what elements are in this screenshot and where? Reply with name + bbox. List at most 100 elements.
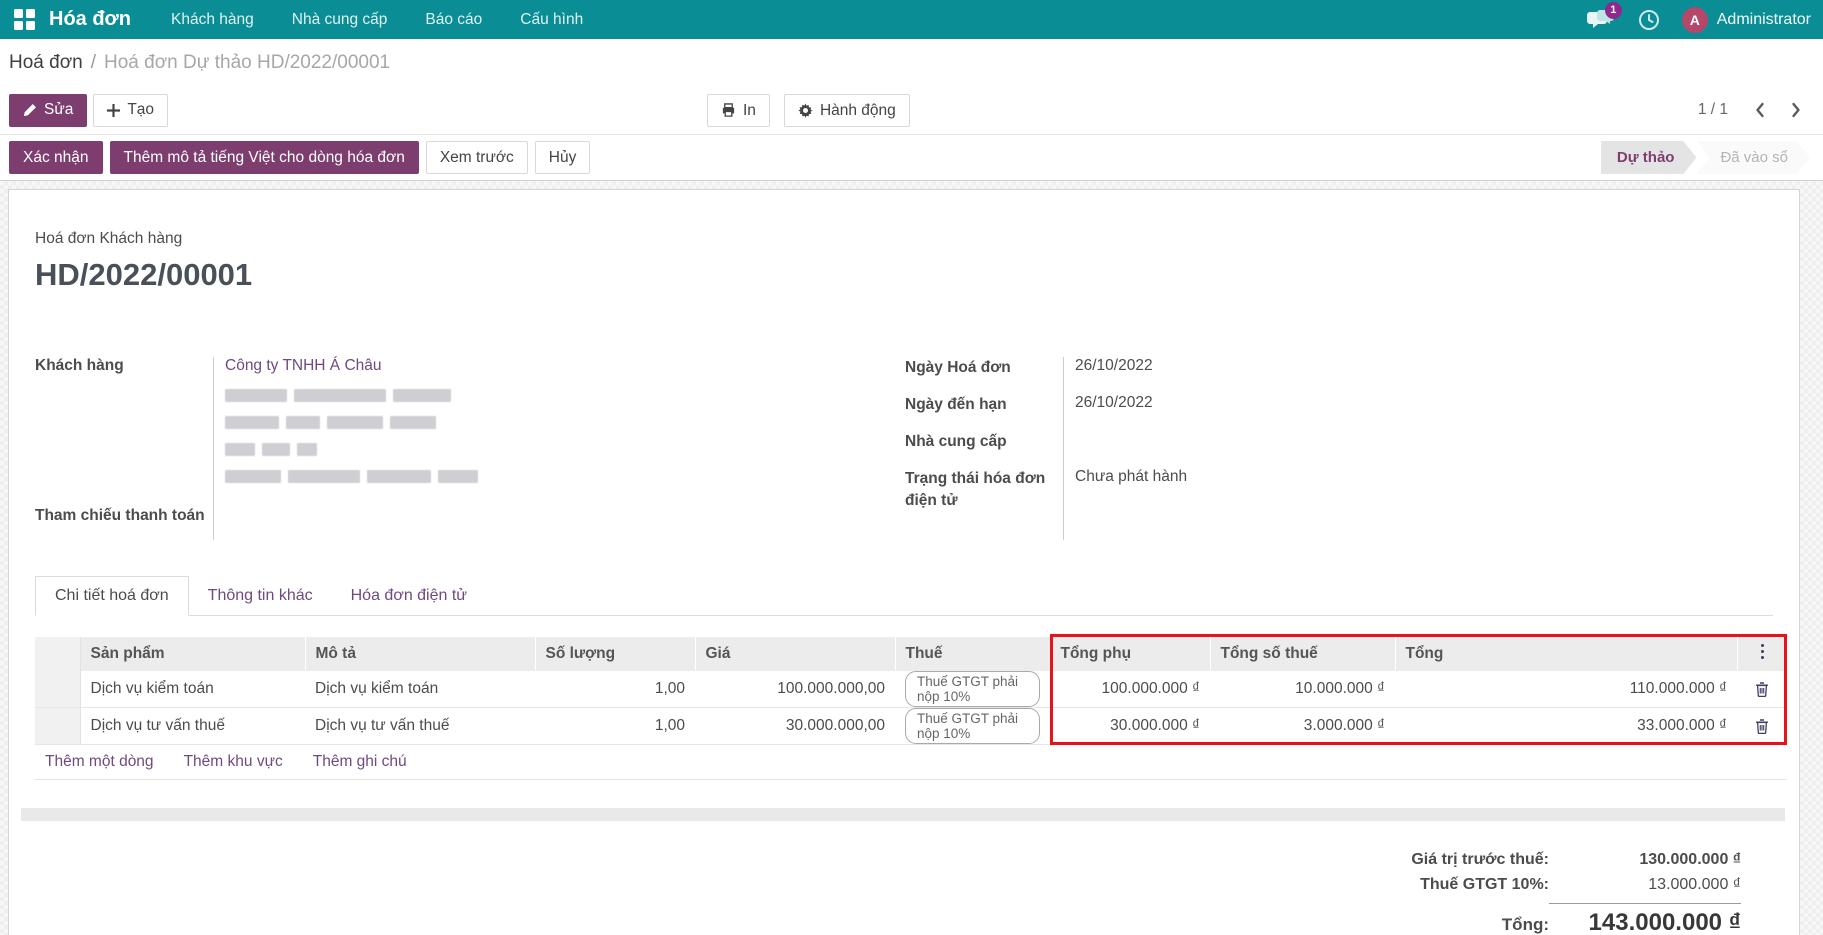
messages-icon[interactable]: 1 [1586, 8, 1616, 32]
cell-delete [1737, 671, 1787, 708]
add-line-link[interactable]: Thêm một dòng [45, 753, 154, 770]
create-button[interactable]: Tạo [93, 94, 168, 127]
activities-clock-icon[interactable] [1638, 9, 1660, 31]
add-note-link[interactable]: Thêm ghi chú [313, 753, 407, 770]
cell-price[interactable]: 100.000.000,00 [695, 671, 895, 708]
invoice-lines-table: Sản phẩm Mô tả Số lượng Giá Thuế Tổng ph… [35, 637, 1787, 780]
cell-tax[interactable]: Thuế GTGT phải nộp 10% [895, 708, 1050, 745]
edit-button[interactable]: Sửa [9, 94, 87, 127]
kebab-menu-icon[interactable] [1761, 644, 1764, 647]
statusbar: Xác nhận Thêm mô tả tiếng Việt cho dòng … [0, 134, 1823, 181]
table-row[interactable]: Dịch vụ tư vấn thuế Dịch vụ tư vấn thuế … [35, 708, 1787, 745]
col-tax-total[interactable]: Tổng số thuế [1210, 637, 1395, 671]
breadcrumb: Hoá đơn / Hoá đơn Dự thảo HD/2022/00001 [0, 39, 1823, 86]
col-total[interactable]: Tổng [1395, 637, 1737, 671]
row-handle[interactable] [35, 708, 80, 745]
due-date-label: Ngày đến hạn [905, 392, 1063, 416]
col-price[interactable]: Giá [695, 637, 895, 671]
customer-link[interactable]: Công ty TNHH Á Châu [225, 357, 382, 374]
menu-item-settings[interactable]: Cấu hình [520, 1, 583, 39]
invoice-number-title: HD/2022/00001 [35, 257, 1773, 293]
state-draft[interactable]: Dự thảo [1601, 141, 1697, 174]
avatar: A [1682, 7, 1708, 33]
tax-amount-label: Thuế GTGT 10%: [1420, 876, 1549, 894]
pager-prev-icon[interactable] [1754, 102, 1765, 118]
content-background: Hoá đơn Khách hàng HD/2022/00001 Khách h… [0, 181, 1823, 935]
optional-columns-header [1737, 637, 1787, 671]
cell-product[interactable]: Dịch vụ kiểm toán [80, 671, 305, 708]
messages-badge: 1 [1605, 2, 1622, 19]
grand-total-value: 143.000.000 ₫ [1549, 903, 1741, 935]
breadcrumb-current: Hoá đơn Dự thảo HD/2022/00001 [104, 52, 390, 74]
pager-count: 1 / 1 [1698, 101, 1728, 119]
cell-description[interactable]: Dịch vụ kiểm toán [305, 671, 535, 708]
cell-total: 110.000.000 ₫ [1395, 671, 1737, 708]
control-panel: Sửa Tạo In Hành động 1 / 1 [0, 86, 1823, 134]
grand-total-label: Tổng: [1502, 915, 1549, 935]
cell-description[interactable]: Dịch vụ tư vấn thuế [305, 708, 535, 745]
notebook-tabs: Chi tiết hoá đơn Thông tin khác Hóa đơn … [35, 576, 1773, 616]
invoice-date-label: Ngày Hoá đơn [905, 355, 1063, 379]
app-name[interactable]: Hóa đơn [49, 8, 131, 31]
cell-quantity[interactable]: 1,00 [535, 671, 695, 708]
invoice-date-value[interactable]: 26/10/2022 [1063, 355, 1605, 375]
menu-item-reports[interactable]: Báo cáo [425, 1, 482, 39]
col-quantity[interactable]: Số lượng [535, 637, 695, 671]
provider-value[interactable] [1063, 429, 1605, 431]
cell-tax-total: 10.000.000 ₫ [1210, 671, 1395, 708]
tax-pill[interactable]: Thuế GTGT phải nộp 10% [905, 708, 1040, 744]
cell-total: 33.000.000 ₫ [1395, 708, 1737, 745]
cell-subtotal: 30.000.000 ₫ [1050, 708, 1210, 745]
tab-einvoice[interactable]: Hóa đơn điện tử [332, 576, 486, 616]
tab-invoice-lines[interactable]: Chi tiết hoá đơn [35, 576, 189, 616]
left-field-group: Khách hàng Công ty TNHH Á Châu Tham chiế… [35, 355, 885, 542]
user-menu[interactable]: A Administrator [1682, 7, 1811, 33]
main-menu: Khách hàng Nhà cung cấp Báo cáo Cấu hình [171, 1, 583, 39]
state-pipeline: Dự thảo Đã vào sổ [1601, 141, 1810, 174]
tax-pill[interactable]: Thuế GTGT phải nộp 10% [905, 671, 1040, 707]
menu-item-vendors[interactable]: Nhà cung cấp [292, 1, 388, 39]
narration-field[interactable] [21, 808, 1785, 821]
provider-label: Nhà cung cấp [905, 429, 1063, 453]
cell-subtotal: 100.000.000 ₫ [1050, 671, 1210, 708]
trash-icon[interactable] [1755, 719, 1769, 734]
printer-icon [721, 103, 736, 118]
col-subtotal[interactable]: Tổng phụ [1050, 637, 1210, 671]
breadcrumb-separator: / [91, 52, 96, 74]
cell-price[interactable]: 30.000.000,00 [695, 708, 895, 745]
customer-address-redacted [225, 389, 885, 483]
table-row[interactable]: Dịch vụ kiểm toán Dịch vụ kiểm toán 1,00… [35, 671, 1787, 708]
tax-amount-value: 13.000.000 ₫ [1549, 876, 1741, 894]
cell-quantity[interactable]: 1,00 [535, 708, 695, 745]
breadcrumb-root[interactable]: Hoá đơn [9, 52, 83, 74]
trash-icon[interactable] [1755, 682, 1769, 697]
apps-grid-icon[interactable] [14, 9, 35, 30]
cancel-button[interactable]: Hủy [535, 141, 591, 174]
add-section-link[interactable]: Thêm khu vực [184, 753, 283, 770]
customer-field-label: Khách hàng [35, 355, 213, 375]
pager: 1 / 1 [1698, 101, 1814, 119]
payment-ref-value[interactable] [213, 505, 885, 507]
add-vi-description-button[interactable]: Thêm mô tả tiếng Việt cho dòng hóa đơn [110, 141, 419, 174]
row-handle[interactable] [35, 671, 80, 708]
table-footer-row: Thêm một dòng Thêm khu vực Thêm ghi chú [35, 745, 1787, 780]
col-tax[interactable]: Thuế [895, 637, 1050, 671]
tab-other-info[interactable]: Thông tin khác [189, 576, 332, 616]
handle-column-header [35, 637, 80, 671]
document-type-label: Hoá đơn Khách hàng [35, 230, 1773, 248]
confirm-button[interactable]: Xác nhận [9, 141, 103, 174]
cell-delete [1737, 708, 1787, 745]
due-date-value[interactable]: 26/10/2022 [1063, 392, 1605, 412]
cell-product[interactable]: Dịch vụ tư vấn thuế [80, 708, 305, 745]
cell-tax[interactable]: Thuế GTGT phải nộp 10% [895, 671, 1050, 708]
action-button[interactable]: Hành động [784, 94, 910, 127]
preview-button[interactable]: Xem trước [426, 141, 528, 174]
state-posted[interactable]: Đã vào sổ [1696, 141, 1810, 174]
col-product[interactable]: Sản phẩm [80, 637, 305, 671]
menu-item-customers[interactable]: Khách hàng [171, 1, 254, 39]
print-button[interactable]: In [707, 94, 770, 127]
pager-next-icon[interactable] [1791, 102, 1802, 118]
einvoice-status-label: Trạng thái hóa đơn điện tử [905, 466, 1063, 513]
table-header-row: Sản phẩm Mô tả Số lượng Giá Thuế Tổng ph… [35, 637, 1787, 671]
col-description[interactable]: Mô tả [305, 637, 535, 671]
